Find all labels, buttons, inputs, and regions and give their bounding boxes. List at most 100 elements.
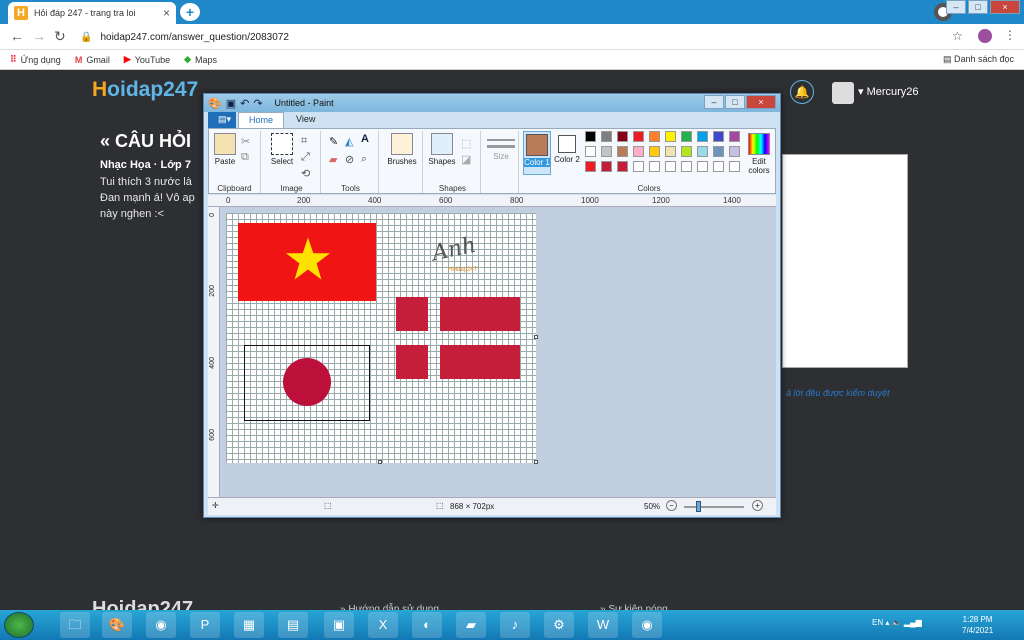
palette-swatch[interactable] xyxy=(649,161,660,172)
quick-save-icon[interactable]: ▣ xyxy=(226,97,236,110)
paint-titlebar[interactable]: 🎨 ▣ ↶ ↷ Untitled - Paint xyxy=(204,94,780,112)
app-grid-icon[interactable]: ▦ xyxy=(234,612,264,638)
palette-swatch[interactable] xyxy=(697,146,708,157)
chrome-taskbar-icon-2[interactable]: ◉ xyxy=(632,612,662,638)
cut-icon[interactable]: ✂ xyxy=(241,135,250,148)
palette-swatch[interactable] xyxy=(665,161,676,172)
word-icon[interactable]: W xyxy=(588,612,618,638)
paint-taskbar-icon[interactable]: 🎨 xyxy=(102,612,132,638)
speaker-icon[interactable]: 🔈 xyxy=(892,618,902,627)
crop-icon[interactable]: ⌗ xyxy=(301,135,307,148)
bookmark-youtube[interactable]: ▶ YouTube xyxy=(124,54,170,65)
avatar[interactable] xyxy=(978,29,992,43)
palette-swatch[interactable] xyxy=(681,131,692,142)
palette-swatch[interactable] xyxy=(633,146,644,157)
new-tab-button[interactable]: + xyxy=(180,3,200,21)
resize-handle-right[interactable] xyxy=(534,335,538,339)
palette-swatch[interactable] xyxy=(697,161,708,172)
zoom-out-button[interactable]: − xyxy=(666,500,677,511)
palette-swatch[interactable] xyxy=(649,131,660,142)
zoom-slider-thumb[interactable] xyxy=(696,501,701,512)
excel-icon[interactable]: X xyxy=(368,612,398,638)
palette-swatch[interactable] xyxy=(585,161,596,172)
copy-icon[interactable]: ⧉ xyxy=(241,151,249,164)
paste-button[interactable]: Paste xyxy=(213,133,237,166)
paint-close-icon[interactable]: × xyxy=(746,95,776,109)
tab-view[interactable]: View xyxy=(286,112,325,128)
microphone-icon[interactable]: ♪ xyxy=(500,612,530,638)
palette-swatch[interactable] xyxy=(713,131,724,142)
resize-handle-corner[interactable] xyxy=(534,460,538,464)
start-button-icon[interactable] xyxy=(4,612,34,638)
maximize-icon[interactable]: □ xyxy=(968,0,988,14)
palette-swatch[interactable] xyxy=(681,161,692,172)
fill-icon[interactable]: ◭ xyxy=(345,135,353,148)
folder-icon[interactable]: ▰ xyxy=(456,612,486,638)
forward-arrow-icon[interactable]: → xyxy=(32,28,46,44)
pencil-icon[interactable]: ✎ xyxy=(329,135,338,148)
text-tool-icon[interactable]: A xyxy=(361,133,369,145)
fill-shape-icon[interactable]: ◪ xyxy=(461,153,471,166)
palette-swatch[interactable] xyxy=(713,146,724,157)
paint-minimize-icon[interactable]: – xyxy=(704,95,724,109)
username[interactable]: ▾ Mercury26 xyxy=(858,85,919,98)
paint-maximize-icon[interactable]: □ xyxy=(725,95,745,109)
palette-swatch[interactable] xyxy=(649,146,660,157)
system-tray[interactable]: EN ▴ 🔈 ▂▄▆ xyxy=(872,618,922,627)
file-explorer-icon[interactable]: 🗀 xyxy=(60,612,90,638)
zoom-in-button[interactable]: + xyxy=(752,500,763,511)
notepad-icon[interactable]: ▤ xyxy=(278,612,308,638)
eraser-icon[interactable]: ▰ xyxy=(329,153,337,166)
chrome-taskbar-icon[interactable]: ◉ xyxy=(146,612,176,638)
color-picker-icon[interactable]: ⊘ xyxy=(345,153,354,166)
back-arrow-icon[interactable]: ← xyxy=(10,28,24,44)
drawing-canvas[interactable]: Anh Hoidap247 xyxy=(226,213,536,463)
palette-swatch[interactable] xyxy=(665,131,676,142)
file-menu-button[interactable]: ▤▾ xyxy=(208,112,236,128)
palette-swatch[interactable] xyxy=(585,146,596,157)
palette-swatch[interactable] xyxy=(665,146,676,157)
edit-colors-button[interactable]: Edit colors xyxy=(743,133,775,175)
redo-icon[interactable]: ↷ xyxy=(253,97,262,110)
site-logo[interactable]: Hoidap247 xyxy=(92,78,198,102)
undo-icon[interactable]: ↶ xyxy=(240,97,249,110)
url-field[interactable]: 🔒 hoidap247.com/answer_question/2083072 xyxy=(80,28,970,46)
network-icon[interactable]: ▂▄▆ xyxy=(904,618,922,627)
star-bookmark-icon[interactable]: ☆ xyxy=(952,29,963,43)
network-tool-icon[interactable]: ⚙ xyxy=(544,612,574,638)
zoom-slider-track[interactable] xyxy=(684,506,744,508)
bookmark-maps[interactable]: ◆ Maps xyxy=(184,54,217,65)
shapes-button[interactable]: Shapes xyxy=(427,133,457,166)
powerpoint-icon[interactable]: P xyxy=(190,612,220,638)
tab-home[interactable]: Home xyxy=(238,112,285,128)
palette-swatch[interactable] xyxy=(729,131,740,142)
brushes-button[interactable]: Brushes xyxy=(385,133,419,166)
clock[interactable]: 1:28 PM 7/4/2021 xyxy=(962,614,993,636)
reload-icon[interactable]: ↻ xyxy=(54,28,66,45)
magnifier-icon[interactable]: ⌕ xyxy=(361,153,367,166)
palette-swatch[interactable] xyxy=(601,146,612,157)
palette-swatch[interactable] xyxy=(585,131,596,142)
palette-swatch[interactable] xyxy=(601,161,612,172)
palette-swatch[interactable] xyxy=(681,146,692,157)
menu-dots-icon[interactable]: ⋮ xyxy=(1004,28,1016,42)
bookmark-gmail[interactable]: M Gmail xyxy=(75,55,110,65)
resize-handle-bottom[interactable] xyxy=(378,460,382,464)
color2-button[interactable]: Color 2 xyxy=(553,131,581,175)
palette-swatch[interactable] xyxy=(633,161,644,172)
media-icon[interactable]: ▣ xyxy=(324,612,354,638)
notification-bell-icon[interactable]: 🔔 xyxy=(790,80,814,104)
palette-swatch[interactable] xyxy=(617,131,628,142)
color1-button[interactable]: Color 1 xyxy=(523,131,551,175)
outline-icon[interactable]: ⬚ xyxy=(461,137,471,150)
reading-list-button[interactable]: ▤ Danh sách đọc xyxy=(943,54,1014,65)
rotate-icon[interactable]: ⟲ xyxy=(301,167,310,180)
palette-swatch[interactable] xyxy=(729,161,740,172)
user-avatar[interactable] xyxy=(832,82,854,104)
resize-icon[interactable]: ⤢ xyxy=(301,151,310,164)
select-button[interactable]: Select xyxy=(267,133,297,166)
app-icon-9[interactable]: ◐ xyxy=(412,612,442,638)
palette-swatch[interactable] xyxy=(729,146,740,157)
browser-tab[interactable]: H Hỏi đáp 247 - trang tra loi × xyxy=(8,2,176,24)
palette-swatch[interactable] xyxy=(617,146,628,157)
